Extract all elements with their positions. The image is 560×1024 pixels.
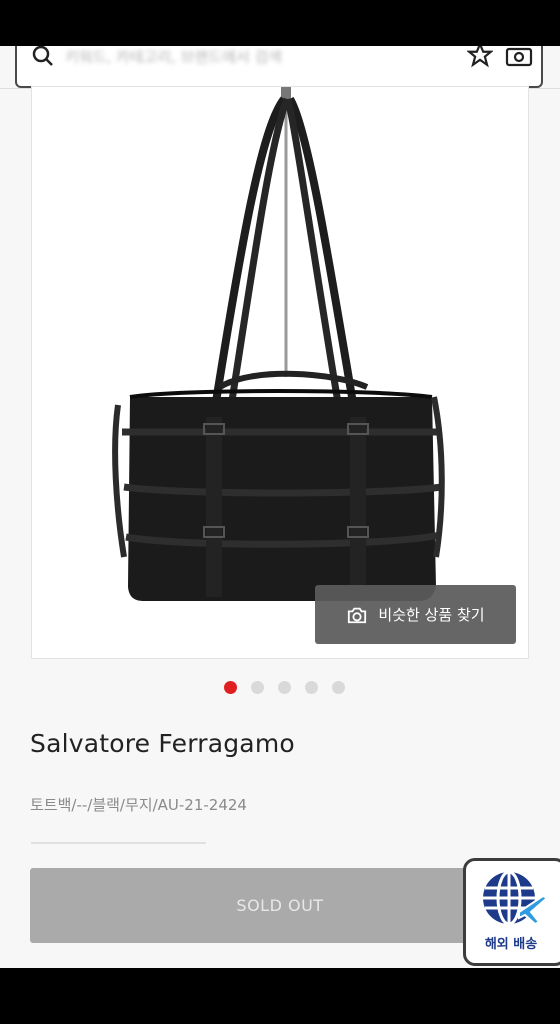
- divider: [31, 842, 206, 844]
- search-bar[interactable]: 키워드, 카테고리, 브랜드에서 검색: [15, 46, 543, 88]
- overseas-shipping-label: 해외 배송: [484, 937, 538, 952]
- product-meta: 토트백/--/블랙/무지/AU-21-2424: [30, 796, 247, 814]
- find-similar-button[interactable]: 비슷한 상품 찾기: [315, 585, 516, 644]
- carousel-dot[interactable]: [304, 681, 318, 694]
- camera-icon[interactable]: [505, 46, 533, 68]
- product-image[interactable]: 비슷한 상품 찾기: [31, 86, 529, 659]
- search-icon: [32, 46, 53, 66]
- carousel-indicator: [0, 681, 560, 695]
- search-placeholder: 키워드, 카테고리, 브랜드에서 검색: [65, 48, 283, 66]
- star-icon[interactable]: [467, 46, 493, 68]
- carousel-dot[interactable]: [250, 681, 264, 694]
- carousel-dot[interactable]: [277, 681, 291, 694]
- bag-photo: [112, 87, 445, 601]
- overseas-shipping-badge[interactable]: 해외 배송: [463, 858, 560, 966]
- sold-out-button: SOLD OUT: [30, 868, 530, 943]
- globe-plane-icon: [483, 870, 549, 926]
- carousel-dot[interactable]: [331, 681, 345, 694]
- product-screen: 키워드, 카테고리, 브랜드에서 검색 비슷한 상품 찾기 Salvatore …: [0, 46, 560, 968]
- find-similar-label: 비슷한 상품 찾기: [378, 606, 485, 624]
- carousel-dot-active[interactable]: [223, 681, 237, 694]
- brand-name: Salvatore Ferragamo: [30, 729, 295, 758]
- camera-icon: [348, 607, 367, 623]
